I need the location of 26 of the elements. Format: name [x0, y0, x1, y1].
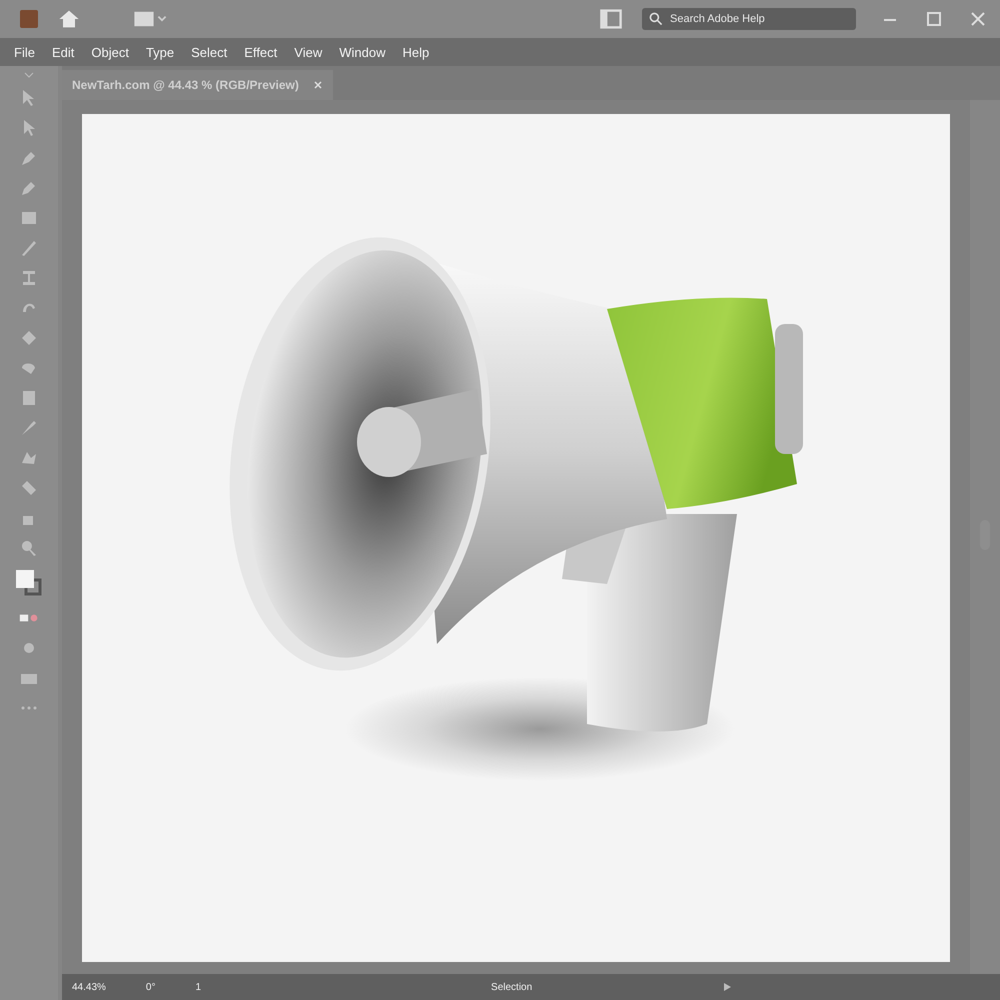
arrange-documents-icon[interactable]	[598, 7, 624, 31]
search-field[interactable]: Search Adobe Help	[642, 8, 856, 30]
menu-item[interactable]: Object	[91, 44, 129, 60]
app-logo-icon[interactable]	[20, 10, 38, 28]
vertical-scrollbar[interactable]	[970, 100, 1000, 974]
rotation-field[interactable]: 0°	[146, 982, 156, 992]
zoom-level[interactable]: 44.43%	[72, 982, 106, 992]
menu-item[interactable]: Window	[339, 44, 386, 60]
collapse-icon[interactable]	[24, 72, 34, 78]
tool-icon[interactable]	[19, 538, 39, 558]
close-icon[interactable]	[312, 80, 323, 90]
menu-item[interactable]: View	[294, 44, 322, 60]
menu-item[interactable]: Edit	[52, 44, 74, 60]
document-tab[interactable]: NewTarh.com @ 44.43 % (RGB/Preview)	[62, 70, 333, 100]
menu-item[interactable]: Effect	[244, 44, 278, 60]
menu-item[interactable]: File	[14, 44, 35, 60]
menu-item[interactable]: Help	[402, 44, 430, 60]
maximize-icon[interactable]	[924, 9, 944, 29]
play-icon[interactable]	[722, 982, 732, 992]
tool-icon[interactable]	[19, 238, 39, 258]
tool-icon[interactable]	[19, 418, 39, 438]
current-tool-label: Selection	[491, 982, 532, 992]
fill-stroke-icon[interactable]	[14, 568, 44, 598]
menu-item[interactable]: Select	[191, 44, 228, 60]
menu-item[interactable]: Type	[146, 44, 174, 60]
artboard-number[interactable]: 1	[195, 982, 202, 992]
